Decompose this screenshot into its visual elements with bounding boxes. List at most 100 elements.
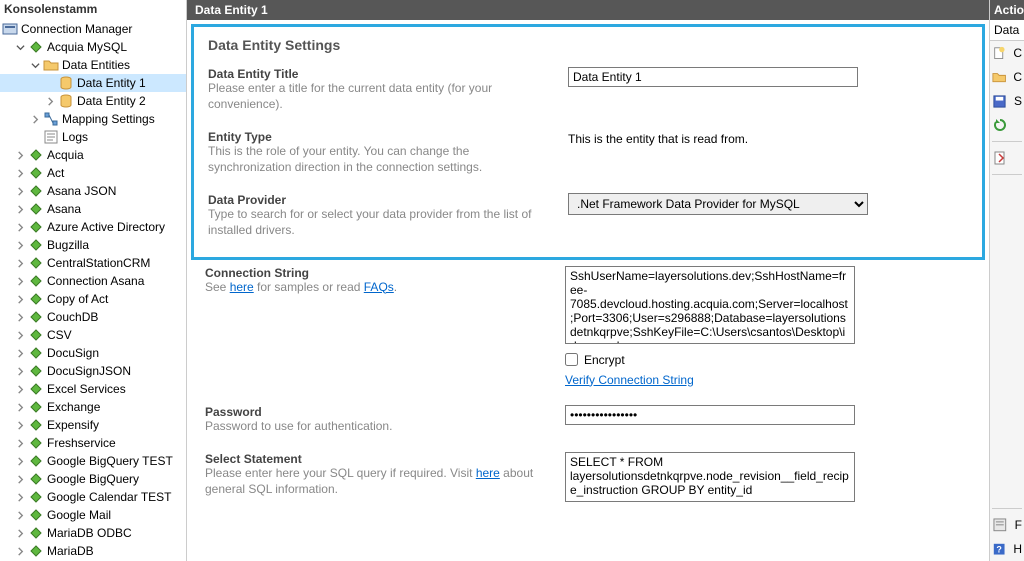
tree-connection-item[interactable]: MariaDB [0, 542, 186, 560]
chevron-down-icon[interactable] [15, 42, 26, 53]
chevron-right-icon[interactable] [15, 258, 26, 269]
select-here-link[interactable]: here [476, 466, 500, 480]
action-refresh[interactable] [990, 113, 1024, 137]
tree-connection-item[interactable]: CouchDB [0, 308, 186, 326]
encrypt-checkbox[interactable] [565, 353, 578, 366]
tree-connection-item[interactable]: Google Mail [0, 506, 186, 524]
tree-connection-item[interactable]: Azure Active Directory [0, 218, 186, 236]
chevron-right-icon[interactable] [15, 330, 26, 341]
chevron-right-icon[interactable] [15, 348, 26, 359]
provider-desc: Type to search for or select your data p… [208, 207, 548, 238]
chevron-right-icon[interactable] [45, 96, 56, 107]
tree-connection-item[interactable]: Asana JSON [0, 182, 186, 200]
chevron-right-icon[interactable] [15, 222, 26, 233]
tree-connection-item[interactable]: Google BigQuery [0, 470, 186, 488]
chevron-right-icon[interactable] [15, 294, 26, 305]
provider-label: Data Provider [208, 193, 548, 207]
tree-logs[interactable]: Logs [0, 128, 186, 146]
tree-connection-item[interactable]: MariaDB ODBC [0, 524, 186, 542]
chevron-right-icon[interactable] [15, 474, 26, 485]
tree-label: Google BigQuery [47, 472, 139, 486]
chevron-right-icon[interactable] [15, 168, 26, 179]
verify-link[interactable]: Verify Connection String [565, 373, 694, 387]
chevron-right-icon[interactable] [15, 150, 26, 161]
tree-connection-item[interactable]: CSV [0, 326, 186, 344]
chevron-right-icon[interactable] [15, 276, 26, 287]
tree-data-entity-1[interactable]: Data Entity 1 [0, 74, 186, 92]
connstr-label: Connection String [205, 266, 545, 280]
tree-connection-item[interactable]: Bugzilla [0, 236, 186, 254]
tree-connection-item[interactable]: Acquia [0, 146, 186, 164]
tree-label: Google BigQuery TEST [47, 454, 173, 468]
entity-type-label: Entity Type [208, 130, 548, 144]
chevron-right-icon[interactable] [15, 240, 26, 251]
chevron-right-icon[interactable] [15, 204, 26, 215]
connstr-faqs-link[interactable]: FAQs [364, 280, 394, 294]
chevron-right-icon[interactable] [30, 114, 41, 125]
chevron-right-icon[interactable] [15, 312, 26, 323]
entity-icon [58, 75, 74, 91]
tree-connection-item[interactable]: CentralStationCRM [0, 254, 186, 272]
provider-select[interactable]: .Net Framework Data Provider for MySQL [568, 193, 868, 215]
tree-label: Exchange [47, 400, 100, 414]
tree-data-entities[interactable]: Data Entities [0, 56, 186, 74]
tree-connection-item[interactable]: DocuSignJSON [0, 362, 186, 380]
action-help[interactable]: ?H [990, 537, 1024, 561]
title-input[interactable] [568, 67, 858, 87]
tree-root[interactable]: Connection Manager [0, 20, 186, 38]
tree-data-entity-2[interactable]: Data Entity 2 [0, 92, 186, 110]
tree-connection-item[interactable]: Act [0, 164, 186, 182]
chevron-right-icon[interactable] [15, 186, 26, 197]
chevron-right-icon[interactable] [15, 492, 26, 503]
tree-connection-item[interactable]: Freshservice [0, 434, 186, 452]
chevron-right-icon[interactable] [15, 546, 26, 557]
connection-icon [28, 363, 44, 379]
tree-connection-item[interactable]: Connection Asana [0, 272, 186, 290]
chevron-down-icon[interactable] [30, 60, 41, 71]
tree-connection-item[interactable]: DocuSign [0, 344, 186, 362]
tree-connection-item[interactable]: Asana [0, 200, 186, 218]
chevron-right-icon[interactable] [15, 420, 26, 431]
chevron-right-icon[interactable] [15, 402, 26, 413]
chevron-right-icon[interactable] [15, 366, 26, 377]
tree-connection-item[interactable]: Exchange [0, 398, 186, 416]
password-input[interactable] [565, 405, 855, 425]
tree-label: Act [47, 166, 64, 180]
tree-acquia-mysql[interactable]: Acquia MySQL [0, 38, 186, 56]
separator [992, 508, 1022, 509]
tree-connection-item[interactable]: Excel Services [0, 380, 186, 398]
tree-connection-item[interactable]: Copy of Act [0, 290, 186, 308]
tree-label: Connection Asana [47, 274, 144, 288]
action-save[interactable]: S [990, 89, 1024, 113]
tree-connection-item[interactable]: Google Calendar TEST [0, 488, 186, 506]
tree-label: Google Mail [47, 508, 111, 522]
save-icon [992, 93, 1007, 109]
action-copy[interactable]: C [990, 65, 1024, 89]
actions-tab[interactable]: Data [990, 20, 1024, 41]
connstr-textarea[interactable]: SshUserName=layersolutions.dev;SshHostNa… [565, 266, 855, 344]
connstr-here-link[interactable]: here [230, 280, 254, 294]
action-clone[interactable]: C [990, 41, 1024, 65]
tree-label: Asana [47, 202, 81, 216]
connection-icon [28, 309, 44, 325]
action-export[interactable] [990, 146, 1024, 170]
main-panel: Data Entity 1 Data Entity Settings Data … [187, 0, 989, 561]
tree-mapping-settings[interactable]: Mapping Settings [0, 110, 186, 128]
tree-label: Copy of Act [47, 292, 108, 306]
tree-connection-item[interactable]: Expensify [0, 416, 186, 434]
expander-empty [30, 132, 41, 143]
connection-icon [28, 489, 44, 505]
chevron-right-icon[interactable] [15, 456, 26, 467]
separator [992, 174, 1022, 175]
properties-icon [992, 517, 1008, 533]
tree-connection-item[interactable]: Google BigQuery TEST [0, 452, 186, 470]
tree-label: MariaDB [47, 544, 94, 558]
new-icon [992, 45, 1006, 61]
select-textarea[interactable]: SELECT * FROM layersolutionsdetnkqrpve.n… [565, 452, 855, 502]
chevron-right-icon[interactable] [15, 510, 26, 521]
chevron-right-icon[interactable] [15, 438, 26, 449]
chevron-right-icon[interactable] [15, 528, 26, 539]
chevron-right-icon[interactable] [15, 384, 26, 395]
form-scroll[interactable]: Data Entity Settings Data Entity Title P… [187, 20, 989, 561]
action-properties[interactable]: F [990, 513, 1024, 537]
